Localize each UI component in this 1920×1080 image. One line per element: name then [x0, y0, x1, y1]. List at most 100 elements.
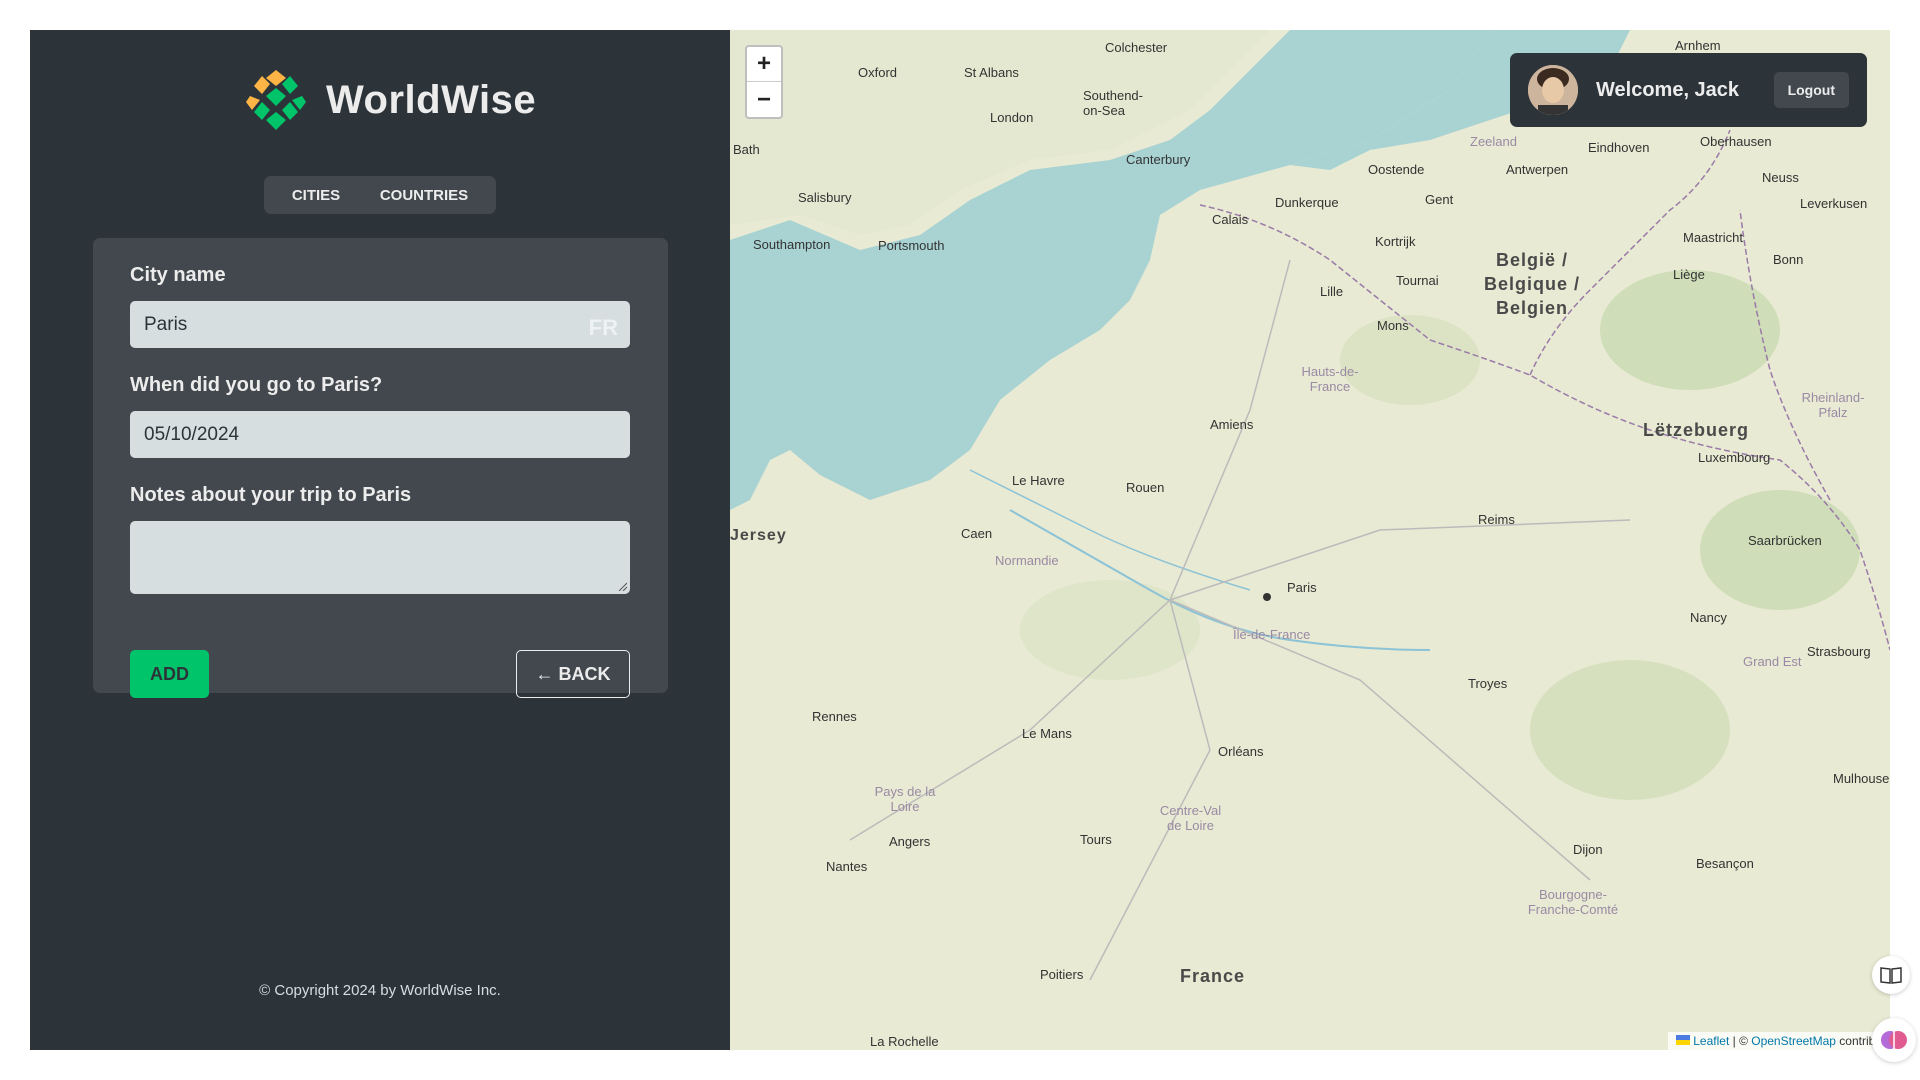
map-label: Antwerpen	[1506, 162, 1569, 177]
map-label: Eindhoven	[1588, 140, 1650, 155]
map-label: Dijon	[1573, 842, 1603, 857]
map-label: Maastricht	[1683, 230, 1743, 245]
resize-grip-icon[interactable]	[617, 581, 627, 591]
map-label: Saarbrücken	[1748, 533, 1822, 548]
map-label: Jersey	[730, 527, 787, 544]
date-input[interactable]: 05/10/2024	[130, 411, 630, 458]
map-label: Troyes	[1468, 676, 1508, 691]
ukraine-flag-icon	[1675, 1035, 1690, 1045]
map-label: Zeeland	[1470, 134, 1517, 149]
avatar	[1528, 65, 1578, 115]
map-label: Southend-on-Sea	[1083, 88, 1143, 118]
map-label: Reims	[1478, 512, 1515, 527]
map-label: Nancy	[1690, 610, 1727, 625]
map-label: Arnhem	[1675, 38, 1721, 53]
map-label: Tours	[1080, 832, 1112, 847]
map-label: France	[1180, 966, 1246, 986]
map-label: Canterbury	[1126, 152, 1191, 167]
logo[interactable]: WorldWise	[242, 66, 536, 134]
user-panel: Welcome, Jack Logout	[1510, 53, 1867, 127]
map-label: Nantes	[826, 859, 868, 874]
map-label: Calais	[1212, 212, 1249, 227]
map-label: London	[990, 110, 1034, 125]
country-flag: FR	[588, 315, 618, 340]
map-label: Bath	[733, 142, 760, 157]
app-root: WorldWise Cities Countries City name Par…	[30, 30, 1890, 1050]
map-label: Southampton	[753, 237, 831, 252]
zoom-in-button[interactable]: +	[747, 47, 781, 82]
map-label: Mons	[1377, 318, 1409, 333]
zoom-control: + −	[745, 45, 783, 119]
welcome-text: Welcome, Jack	[1596, 78, 1740, 101]
map-label: Rennes	[812, 709, 857, 724]
map-label: Kortrijk	[1375, 234, 1416, 249]
map-label: Grand Est	[1743, 654, 1802, 669]
map-label: Lille	[1320, 284, 1344, 299]
map-label: Amiens	[1210, 417, 1254, 432]
map-label: Orléans	[1218, 744, 1264, 759]
city-name-input[interactable]: Paris FR	[130, 301, 630, 348]
nav-tabs: Cities Countries	[264, 176, 496, 214]
map-label: België / Belgique / Belgien	[1483, 250, 1580, 318]
map-label: Strasbourg	[1807, 644, 1871, 659]
copyright: © Copyright 2024 by WorldWise Inc.	[259, 982, 501, 999]
map-label: Rheinland-Pfalz	[1801, 390, 1865, 420]
map-label: Hauts-de-France	[1301, 364, 1359, 394]
map-label: Salisbury	[798, 190, 852, 205]
map-label: Normandie	[995, 553, 1059, 568]
map-label: Oostende	[1368, 162, 1425, 177]
map-label: Leverkusen	[1800, 196, 1868, 211]
map-label: Luxembourg	[1698, 450, 1771, 465]
map-label: Bourgogne-Franche-Comté	[1527, 887, 1619, 917]
map-label: Mulhouse	[1833, 771, 1890, 786]
map-label: Lëtzebuerg	[1643, 420, 1750, 440]
map-label: Liège	[1673, 267, 1705, 282]
map-label: Rouen	[1126, 480, 1165, 495]
logo-text: WorldWise	[326, 77, 537, 122]
map-label: Pays de la Loire	[874, 784, 936, 814]
map-tiles[interactable]	[730, 30, 1890, 1050]
sidebar: WorldWise Cities Countries City name Par…	[30, 30, 730, 1050]
map-label: Tournai	[1396, 273, 1439, 288]
attribution-separator: | ©	[1729, 1034, 1752, 1048]
map-label: Besançon	[1696, 856, 1754, 871]
reader-button[interactable]	[1872, 956, 1910, 994]
map-label: Le Havre	[1012, 473, 1065, 488]
map-label: Oxford	[858, 65, 898, 80]
book-icon	[1880, 967, 1902, 984]
osm-link[interactable]: OpenStreetMap	[1751, 1034, 1836, 1048]
map-label: Le Mans	[1022, 726, 1072, 741]
map[interactable]: Colchester Oxford St Albans London South…	[730, 30, 1890, 1050]
assistant-button[interactable]	[1872, 1018, 1916, 1062]
back-button[interactable]: ← BACK	[516, 650, 630, 698]
city-name-label: City name	[130, 264, 226, 286]
tab-cities[interactable]: Cities	[280, 179, 352, 212]
zoom-out-button[interactable]: −	[747, 82, 781, 117]
date-value: 05/10/2024	[144, 423, 240, 445]
map-label: Caen	[961, 526, 993, 541]
brain-icon	[1881, 1031, 1907, 1049]
logo-icon	[244, 68, 308, 132]
leaflet-link[interactable]: Leaflet	[1693, 1034, 1729, 1048]
map-label: Centre-Val de Loire	[1159, 803, 1222, 833]
notes-label: Notes about your trip to Paris	[130, 484, 412, 506]
logout-button[interactable]: Logout	[1773, 72, 1849, 108]
map-label: Portsmouth	[878, 238, 945, 253]
add-button[interactable]: Add	[130, 650, 209, 698]
map-label: Oberhausen	[1700, 134, 1772, 149]
notes-textarea[interactable]	[130, 521, 630, 594]
map-label: Bonn	[1773, 252, 1804, 267]
user-avatar-icon	[1528, 65, 1578, 115]
add-city-form: City name Paris FR When did you go to Pa…	[93, 238, 668, 698]
map-attribution: Leaflet | © OpenStreetMap contribu	[1667, 1032, 1890, 1050]
map-label: Dunkerque	[1275, 195, 1339, 210]
map-label: Colchester	[1105, 40, 1168, 55]
map-label: Gent	[1425, 192, 1454, 207]
map-label: Angers	[889, 834, 931, 849]
tab-countries[interactable]: Countries	[368, 179, 480, 212]
map-label: St Albans	[964, 65, 1019, 80]
map-label: Île-de-France	[1233, 627, 1311, 642]
date-label: When did you go to Paris?	[130, 374, 383, 396]
map-label: Paris	[1287, 580, 1317, 595]
map-label: La Rochelle	[870, 1034, 939, 1049]
